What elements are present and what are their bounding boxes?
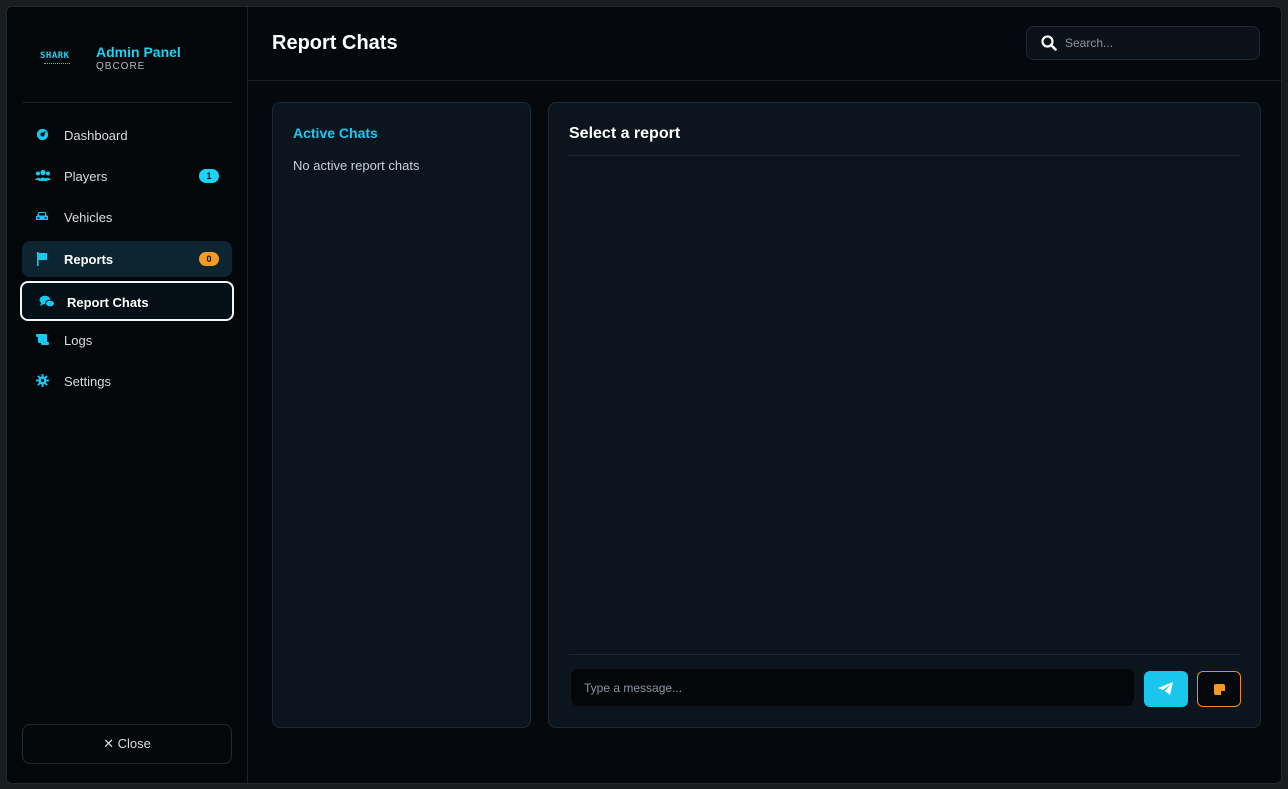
sidebar-item-label: Vehicles (64, 210, 113, 225)
send-icon (1158, 682, 1173, 695)
page-title: Report Chats (272, 32, 398, 54)
sidebar-item-label: Reports (64, 252, 114, 267)
brand-header: SHARK Admin Panel QBCORE (22, 7, 232, 103)
sidebar-item-label: Logs (64, 333, 93, 348)
search-input[interactable] (1065, 27, 1245, 59)
sidebar-item-label: Dashboard (64, 128, 128, 143)
divider (569, 155, 1240, 156)
sidebar-item-label: Report Chats (67, 295, 149, 310)
brand-title: Admin Panel (96, 44, 181, 60)
conversation-title: Select a report (569, 125, 681, 142)
search-box[interactable] (1026, 26, 1260, 60)
users-icon (35, 169, 51, 183)
active-chats-panel: Active Chats No active report chats (272, 102, 531, 728)
sidebar-item-settings[interactable]: Settings (22, 363, 232, 399)
brand-logo: SHARK (40, 51, 74, 69)
conversation-panel: Select a report (548, 102, 1261, 728)
sidebar-item-reports[interactable]: Reports 0 (22, 241, 232, 277)
sidebar-item-report-chats[interactable]: Report Chats (20, 281, 234, 321)
divider (569, 654, 1240, 655)
active-chats-title: Active Chats (293, 125, 378, 141)
flag-icon (35, 252, 49, 266)
close-button[interactable]: ✕ Close (22, 724, 232, 764)
logo-text: SHARK (40, 51, 70, 61)
sidebar-item-dashboard[interactable]: Dashboard (22, 117, 232, 153)
sidebar-item-players[interactable]: Players 1 (22, 158, 232, 194)
note-button[interactable] (1197, 671, 1241, 707)
sidebar: SHARK Admin Panel QBCORE Dashboard Playe… (7, 7, 248, 783)
logo-underline (44, 63, 70, 65)
players-count-badge: 1 (199, 169, 219, 183)
message-input[interactable] (570, 668, 1135, 707)
comments-icon (39, 295, 55, 309)
sidebar-item-vehicles[interactable]: Vehicles (22, 199, 232, 235)
brand-subtitle: QBCORE (96, 61, 146, 72)
reports-count-badge: 0 (199, 252, 219, 266)
admin-panel-window: SHARK Admin Panel QBCORE Dashboard Playe… (6, 6, 1282, 784)
sticky-note-icon (1214, 684, 1225, 695)
empty-chats-message: No active report chats (293, 158, 420, 173)
car-icon (35, 210, 49, 224)
gear-icon (35, 374, 49, 388)
send-message-button[interactable] (1144, 671, 1188, 707)
gauge-icon (35, 128, 49, 142)
page-header: Report Chats (248, 7, 1281, 81)
search-icon (1040, 34, 1058, 52)
sidebar-item-label: Players (64, 169, 108, 184)
sidebar-item-label: Settings (64, 374, 111, 389)
scroll-icon (35, 333, 49, 347)
sidebar-item-logs[interactable]: Logs (22, 322, 232, 358)
